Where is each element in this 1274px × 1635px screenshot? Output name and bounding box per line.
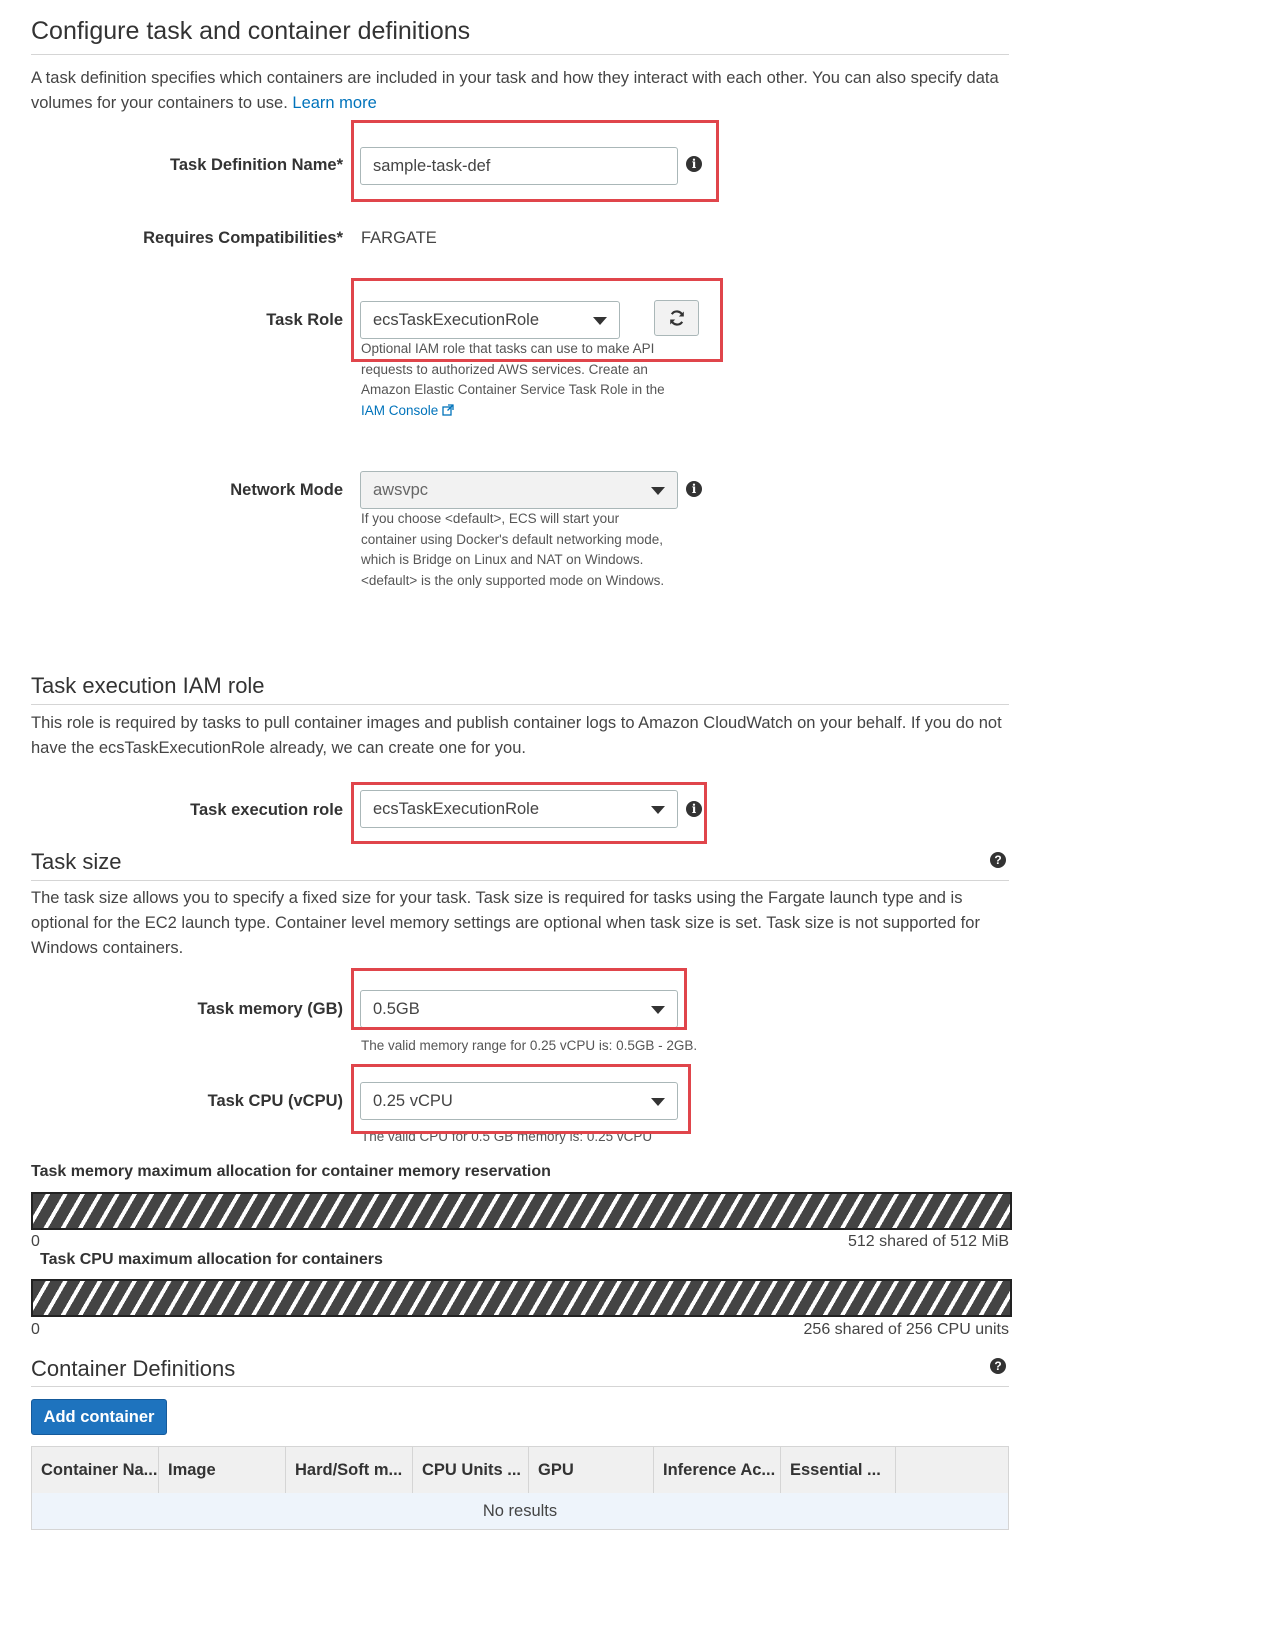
cpu-allocation-bar: [31, 1279, 1012, 1317]
execution-section-title: Task execution IAM role: [31, 673, 265, 698]
chevron-down-icon: [651, 487, 665, 495]
container-table: Container Na... Image Hard/Soft m... CPU…: [31, 1446, 1009, 1530]
column-header-essential[interactable]: Essential ...: [781, 1447, 896, 1493]
cpu-allocation-max: 256 shared of 256 CPU units: [803, 1321, 1009, 1338]
highlight-box: [351, 782, 707, 844]
section-divider: [31, 54, 1009, 55]
network-mode-help-line: container using Docker's default network…: [361, 531, 663, 547]
task-size-description: The task size allows you to specify a fi…: [31, 889, 980, 957]
column-header-container-name[interactable]: Container Na...: [32, 1447, 159, 1493]
task-definition-name-label: Task Definition Name*: [170, 156, 343, 174]
highlight-box: [351, 1064, 691, 1134]
task-role-label: Task Role: [266, 311, 343, 329]
section-divider: [31, 704, 1009, 705]
highlight-box: [351, 278, 723, 362]
network-mode-value: awsvpc: [373, 480, 429, 499]
column-header-inference-accelerator[interactable]: Inference Ac...: [654, 1447, 781, 1493]
question-circle-icon[interactable]: ?: [990, 852, 1006, 868]
table-header: Container Na... Image Hard/Soft m... CPU…: [32, 1447, 1008, 1494]
task-cpu-label: Task CPU (vCPU): [207, 1092, 343, 1110]
column-header-empty: [896, 1447, 1008, 1493]
cpu-allocation-title: Task CPU maximum allocation for containe…: [40, 1251, 383, 1268]
table-empty-message: No results: [32, 1493, 1008, 1529]
learn-more-link[interactable]: Learn more: [292, 94, 376, 112]
configure-description-text: A task definition specifies which contai…: [31, 69, 999, 112]
section-divider: [31, 880, 1009, 881]
memory-allocation-max: 512 shared of 512 MiB: [848, 1233, 1009, 1250]
network-mode-select: awsvpc: [360, 471, 678, 509]
iam-console-link[interactable]: IAM Console: [361, 403, 438, 418]
container-definitions-title: Container Definitions: [31, 1356, 236, 1381]
memory-allocation-title: Task memory maximum allocation for conta…: [31, 1163, 551, 1180]
column-header-image[interactable]: Image: [159, 1447, 286, 1493]
task-execution-role-label: Task execution role: [190, 801, 343, 819]
task-memory-label: Task memory (GB): [197, 1000, 344, 1018]
task-role-help-line: Amazon Elastic Container Service Task Ro…: [361, 382, 665, 397]
highlight-box: [351, 120, 719, 202]
question-circle-icon[interactable]: ?: [990, 1358, 1006, 1374]
execution-section-description: This role is required by tasks to pull c…: [31, 714, 1002, 757]
task-memory-help: The valid memory range for 0.25 vCPU is:…: [361, 1038, 698, 1053]
add-container-button[interactable]: Add container: [31, 1399, 167, 1435]
cpu-allocation-min: 0: [31, 1321, 40, 1338]
task-role-help-line: requests to authorized AWS services. Cre…: [361, 361, 648, 377]
network-mode-label: Network Mode: [230, 481, 343, 499]
column-header-cpu-units[interactable]: CPU Units ...: [413, 1447, 529, 1493]
network-mode-help-line: which is Bridge on Linux and NAT on Wind…: [361, 552, 644, 567]
section-divider: [31, 1386, 1009, 1387]
requires-compatibilities-value: FARGATE: [361, 229, 437, 247]
column-header-memory[interactable]: Hard/Soft m...: [286, 1447, 413, 1493]
page-title: Configure task and container definitions: [31, 17, 471, 45]
memory-allocation-bar: [31, 1192, 1012, 1230]
memory-allocation-min: 0: [31, 1233, 40, 1250]
highlight-box: [351, 968, 687, 1030]
info-icon[interactable]: i: [686, 481, 702, 497]
iam-console-link-row: IAM Console: [361, 401, 691, 422]
configure-description: A task definition specifies which contai…: [31, 66, 1009, 116]
network-mode-help-line: If you choose <default>, ECS will start …: [361, 511, 620, 526]
network-mode-help: If you choose <default>, ECS will start …: [361, 509, 691, 591]
requires-compatibilities-label: Requires Compatibilities*: [143, 229, 343, 247]
column-header-gpu[interactable]: GPU: [529, 1447, 654, 1493]
external-link-icon: [442, 403, 454, 416]
network-mode-help-line: <default> is the only supported mode on …: [361, 572, 665, 588]
task-size-title: Task size: [31, 849, 122, 874]
